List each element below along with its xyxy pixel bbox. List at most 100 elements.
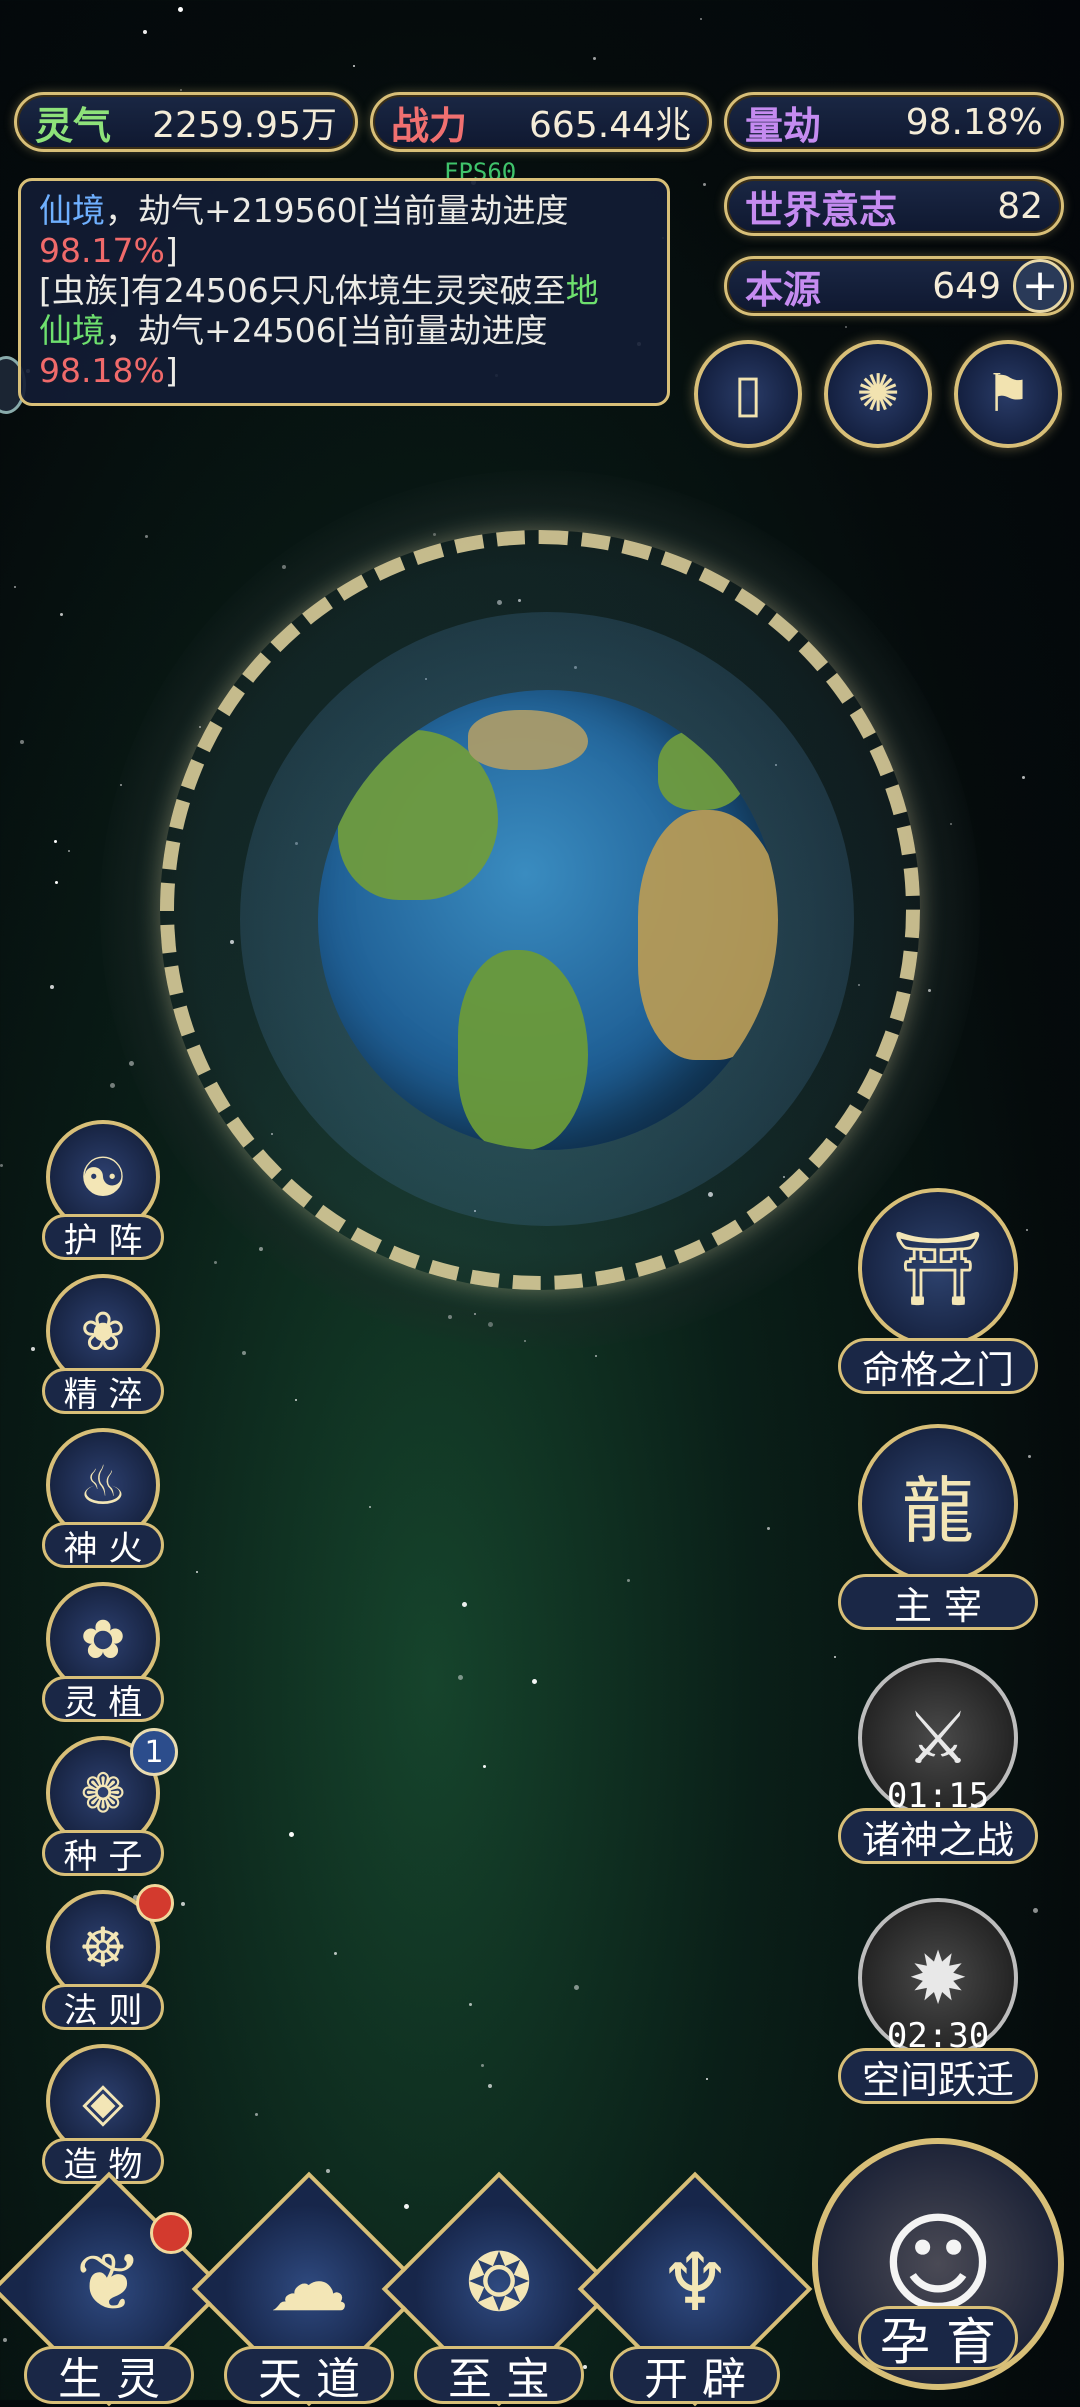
star [20, 740, 24, 744]
right-menu-item[interactable]: ⚔ 01:15 诸神之战 [838, 1658, 1038, 1864]
yunyu-button[interactable]: ☺ 孕 育 [812, 2138, 1064, 2390]
lingqi-pill[interactable]: 灵气 2259.95万 [14, 92, 358, 152]
star [110, 1083, 115, 1088]
continent [638, 810, 778, 1060]
left-menu-label: 精 淬 [42, 1368, 164, 1415]
star [703, 183, 706, 186]
left-menu-label: 种 子 [42, 1830, 164, 1877]
zhanli-value: 665.44兆 [529, 105, 691, 146]
right-menu-item[interactable]: ✹ 02:30 空间跃迁 [838, 1898, 1038, 2104]
star [595, 1355, 597, 1357]
star [178, 7, 183, 12]
left-menu-item[interactable]: ☯ 护 阵 [38, 1120, 168, 1261]
liangjie-pill[interactable]: 量劫 98.18% [724, 92, 1064, 152]
left-menu-item[interactable]: ☸ 法 则 [38, 1884, 174, 2031]
log-progress: 98.17% [39, 231, 165, 270]
star [574, 1985, 579, 1990]
benyuan-value: 649 [932, 265, 1001, 307]
yunyu-label: 孕 育 [858, 2306, 1018, 2371]
star [627, 1579, 630, 1582]
star [255, 2113, 258, 2116]
star [60, 613, 63, 616]
log-realm: 地 [565, 271, 599, 310]
planet-earth[interactable] [318, 690, 778, 1150]
log-realm: 仙境 [39, 191, 105, 230]
lingqi-label: 灵气 [35, 103, 112, 148]
star [196, 1571, 198, 1573]
star [326, 2169, 330, 2173]
log-line-1: 仙境，劫气+219560[当前量劫进度 98.17%] [39, 191, 649, 271]
left-menu-label: 护 阵 [42, 1214, 164, 1261]
star [289, 1832, 294, 1837]
bottom-menu-item[interactable]: ❂ 至 宝 [381, 2171, 617, 2407]
benyuan-plus-button[interactable]: + [1013, 259, 1067, 313]
left-menu-item[interactable]: ❀ 精 淬 [38, 1274, 168, 1415]
star [834, 1656, 836, 1658]
log-text: ] [164, 351, 178, 390]
star [145, 535, 148, 538]
left-menu-item[interactable]: ◈ 造 物 [38, 2044, 168, 2185]
log-progress: 98.18% [39, 351, 165, 390]
star [242, 1351, 246, 1355]
star [706, 2078, 708, 2080]
right-menu-item[interactable]: 龍主 宰 [838, 1424, 1038, 1630]
vortex-icon[interactable]: ✺ [824, 340, 932, 448]
star [143, 30, 147, 34]
right-menu-label: 主 宰 [838, 1574, 1038, 1630]
star [295, 1399, 297, 1401]
right-menu-icon: 龍 [858, 1424, 1018, 1584]
star [462, 1602, 467, 1607]
star [31, 1347, 35, 1351]
continent [468, 710, 588, 770]
star [700, 18, 702, 20]
star [55, 881, 58, 884]
left-menu-label: 灵 植 [42, 1676, 164, 1723]
benyuan-pill[interactable]: 本源 649 + [724, 256, 1074, 316]
star [334, 1952, 337, 1955]
notification-dot [150, 2212, 192, 2254]
star [845, 326, 847, 328]
bottom-menu-icon: ☁ [269, 2236, 349, 2329]
event-log: 仙境，劫气+219560[当前量劫进度 98.17%] [虫族]有24506只凡… [18, 178, 670, 406]
notification-dot [136, 1884, 174, 1922]
star [68, 850, 70, 852]
star [369, 1506, 371, 1508]
shijie-pill[interactable]: 世界意志 82 [724, 176, 1064, 236]
shijie-value: 82 [997, 185, 1043, 227]
left-menu-item[interactable]: ♨ 神 火 [38, 1428, 168, 1569]
benyuan-label: 本源 [745, 267, 822, 312]
star [181, 1902, 185, 1906]
bottom-menu-item[interactable]: ♆ 开 辟 [577, 2171, 813, 2407]
star [180, 89, 182, 91]
log-realm: 仙境 [39, 311, 105, 350]
continent [458, 950, 588, 1150]
card-icon[interactable]: ▯ [694, 340, 802, 448]
star [481, 2064, 484, 2067]
star [14, 586, 16, 588]
star [483, 1765, 486, 1768]
left-menu-label: 神 火 [42, 1522, 164, 1569]
lingqi-value: 2259.95万 [152, 105, 337, 146]
left-menu-item[interactable]: ✿ 灵 植 [38, 1582, 168, 1723]
left-menu-item[interactable]: ❁ 种 子1 [38, 1728, 178, 1877]
bottom-menu-item[interactable]: ☁ 天 道 [191, 2171, 427, 2407]
star [767, 1527, 770, 1530]
log-text: ，劫气+219560[当前量劫进度 [105, 191, 569, 230]
shijie-label: 世界意志 [745, 187, 898, 232]
star [214, 1261, 217, 1264]
bottom-menu-label: 天 道 [224, 2346, 394, 2405]
log-text: [虫族]有24506只凡体境生灵突破至 [39, 271, 566, 310]
bottom-menu-label: 生 灵 [24, 2346, 194, 2405]
right-menu-label: 诸神之战 [838, 1808, 1038, 1864]
bottom-menu-icon: ❂ [465, 2236, 533, 2329]
star [0, 1164, 3, 1167]
star [54, 840, 57, 843]
continent [658, 730, 748, 810]
bottom-menu-icon: ♆ [659, 2236, 731, 2329]
liangjie-label: 量劫 [745, 103, 822, 148]
scroll-icon[interactable]: ⚑ [954, 340, 1062, 448]
right-menu-item[interactable]: ⛩ 命格之门 [838, 1188, 1038, 1394]
bottom-menu-label: 至 宝 [414, 2346, 584, 2405]
zhanli-pill[interactable]: 战力 665.44兆 [370, 92, 712, 152]
log-text: ，劫气+24506[当前量劫进度 [105, 311, 548, 350]
